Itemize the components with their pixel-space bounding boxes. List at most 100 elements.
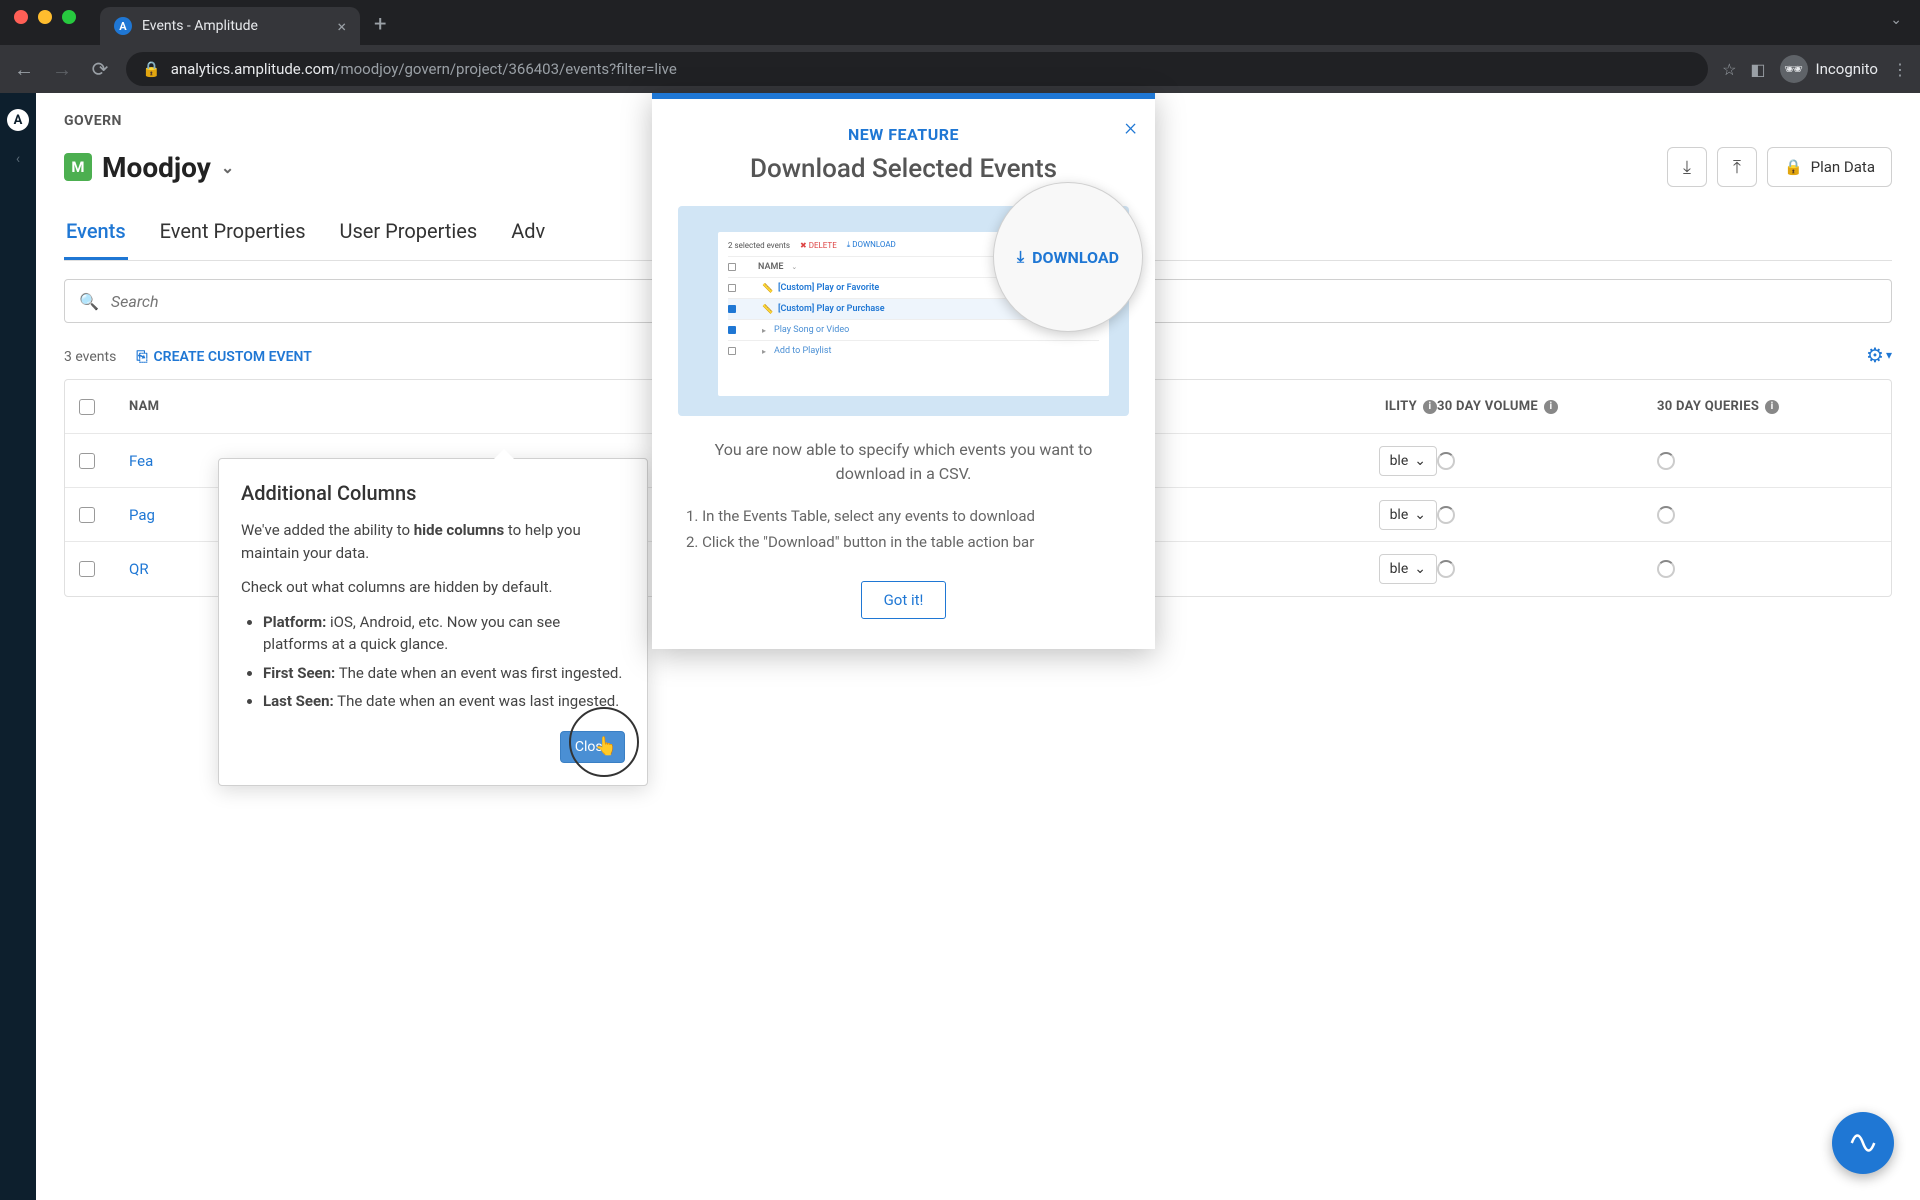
nav-back-icon[interactable]: ← — [12, 57, 36, 82]
info-icon[interactable]: i — [1765, 400, 1779, 414]
window-maximize-icon[interactable] — [62, 10, 76, 24]
download-button[interactable]: ⤓ — [1667, 147, 1707, 187]
popover-bullets: Platform: iOS, Android, etc. Now you can… — [241, 611, 625, 713]
browser-tab-bar: A Events - Amplitude × + ⌄ — [0, 0, 1920, 45]
download-icon: ⤓ — [1683, 157, 1691, 178]
project-actions: ⤓ ⤒ 🔒 Plan Data — [1667, 147, 1892, 187]
chevron-down-icon: ⌄ — [221, 158, 234, 177]
modal-description: You are now able to specify which events… — [678, 438, 1129, 486]
url-input[interactable]: 🔒 analytics.amplitude.com/moodjoy/govern… — [126, 52, 1708, 86]
select-all-checkbox[interactable] — [79, 399, 95, 415]
tab-close-icon[interactable]: × — [337, 17, 346, 36]
modal-illustration: 2 selected events ✖ DELETE ⤓ DOWNLOAD NA… — [678, 206, 1129, 416]
create-custom-event-button[interactable]: ⎘ CREATE CUSTOM EVENT — [136, 349, 312, 365]
popover-bullet: Last Seen: The date when an event was la… — [263, 690, 625, 713]
gear-icon: ⚙ — [1866, 343, 1884, 367]
popover-check-line: Check out what columns are hidden by def… — [241, 576, 625, 599]
visibility-select[interactable]: ble⌄ — [1379, 554, 1437, 584]
toolbar-left: 3 events ⎘ CREATE CUSTOM EVENT — [64, 346, 312, 365]
chevron-down-icon: ⌄ — [1414, 561, 1426, 577]
row-checkbox[interactable] — [79, 453, 95, 469]
table-settings-button[interactable]: ⚙ ▾ — [1866, 343, 1892, 367]
url-actions: ☆ ◧ 🕶 Incognito ⋮ — [1722, 55, 1908, 83]
additional-columns-popover: Additional Columns We've added the abili… — [218, 458, 648, 786]
loading-spinner-icon — [1657, 452, 1675, 470]
modal-close-button[interactable]: × — [1124, 113, 1137, 141]
tab-favicon-icon: A — [114, 17, 132, 35]
chevron-down-icon: ▾ — [1886, 348, 1892, 362]
app-logo-icon[interactable]: A — [7, 109, 29, 131]
row-checkbox[interactable] — [79, 507, 95, 523]
url-text: analytics.amplitude.com/moodjoy/govern/p… — [171, 60, 677, 78]
nav-forward-icon: → — [50, 57, 74, 82]
modal-eyebrow: NEW FEATURE — [678, 125, 1129, 144]
create-label: CREATE CUSTOM EVENT — [154, 349, 312, 365]
magnify-download-icon: ⤓ DOWNLOAD — [993, 182, 1143, 332]
modal-steps: 1. In the Events Table, select any event… — [678, 504, 1129, 555]
modal-gotit-button[interactable]: Got it! — [861, 581, 947, 619]
plan-data-button[interactable]: 🔒 Plan Data — [1767, 147, 1892, 187]
help-fab-button[interactable] — [1832, 1112, 1894, 1174]
chevron-down-icon: ⌄ — [1414, 507, 1426, 523]
project-selector[interactable]: M Moodjoy ⌄ — [64, 151, 234, 184]
popover-intro: We've added the ability to hide columns … — [241, 519, 625, 564]
incognito-badge[interactable]: 🕶 Incognito — [1780, 55, 1878, 83]
incognito-icon: 🕶 — [1780, 55, 1808, 83]
loading-spinner-icon — [1437, 506, 1455, 524]
popover-close-button[interactable]: Close — [560, 731, 625, 763]
tab-advanced[interactable]: Adv — [509, 219, 547, 260]
nav-reload-icon[interactable]: ⟳ — [88, 57, 112, 81]
column-queries: 30 DAY QUERIESi — [1657, 399, 1877, 414]
extensions-icon[interactable]: ◧ — [1750, 60, 1765, 79]
new-tab-button[interactable]: + — [374, 12, 386, 37]
new-feature-modal: × NEW FEATURE Download Selected Events 2… — [652, 93, 1155, 649]
info-icon[interactable]: i — [1423, 400, 1437, 414]
browser-tab[interactable]: A Events - Amplitude × — [100, 7, 360, 45]
popover-title: Additional Columns — [241, 481, 625, 505]
column-visibility: ILITYi — [1257, 399, 1437, 414]
project-name-label: Moodjoy — [102, 151, 211, 184]
tab-events[interactable]: Events — [64, 219, 128, 260]
plan-data-label: Plan Data — [1811, 158, 1875, 176]
modal-step-2: 2. Click the "Download" button in the ta… — [686, 530, 1121, 556]
amplitude-logo-icon — [1848, 1128, 1878, 1158]
row-checkbox[interactable] — [79, 561, 95, 577]
events-count: 3 events — [64, 349, 116, 365]
upload-icon: ⤒ — [1733, 157, 1741, 178]
popover-bullet: First Seen: The date when an event was f… — [263, 662, 625, 685]
browser-url-bar: ← → ⟳ 🔒 analytics.amplitude.com/moodjoy/… — [0, 45, 1920, 93]
search-icon: 🔍 — [79, 292, 99, 311]
column-volume: 30 DAY VOLUMEi — [1437, 399, 1657, 414]
modal-title: Download Selected Events — [678, 154, 1129, 184]
app-container: A ‹ GOVERN M Moodjoy ⌄ ⤓ ⤒ 🔒 Plan Data E… — [0, 93, 1920, 1200]
event-name-link[interactable]: Fea — [129, 452, 153, 470]
rail-collapse-icon[interactable]: ‹ — [16, 151, 20, 167]
tab-title: Events - Amplitude — [142, 18, 327, 34]
tab-user-properties[interactable]: User Properties — [338, 219, 480, 260]
tabs-dropdown-icon[interactable]: ⌄ — [1890, 12, 1902, 28]
loading-spinner-icon — [1437, 452, 1455, 470]
loading-spinner-icon — [1437, 560, 1455, 578]
chevron-down-icon: ⌄ — [1414, 453, 1426, 469]
event-name-link[interactable]: QR — [129, 560, 149, 578]
download-icon: ⤓ — [1017, 247, 1024, 267]
window-close-icon[interactable] — [14, 10, 28, 24]
site-lock-icon: 🔒 — [142, 60, 161, 78]
visibility-select[interactable]: ble⌄ — [1379, 500, 1437, 530]
loading-spinner-icon — [1657, 506, 1675, 524]
visibility-select[interactable]: ble⌄ — [1379, 446, 1437, 476]
browser-menu-icon[interactable]: ⋮ — [1892, 60, 1908, 79]
tab-event-properties[interactable]: Event Properties — [158, 219, 308, 260]
bookmark-icon[interactable]: ☆ — [1722, 60, 1736, 79]
lock-icon: 🔒 — [1784, 158, 1803, 176]
project-badge-icon: M — [64, 153, 92, 181]
window-minimize-icon[interactable] — [38, 10, 52, 24]
modal-step-1: 1. In the Events Table, select any event… — [686, 504, 1121, 530]
create-icon: ⎘ — [136, 349, 147, 365]
popover-bullet: Platform: iOS, Android, etc. Now you can… — [263, 611, 625, 656]
event-name-link[interactable]: Pag — [129, 506, 155, 524]
incognito-label: Incognito — [1816, 60, 1878, 78]
upload-button[interactable]: ⤒ — [1717, 147, 1757, 187]
info-icon[interactable]: i — [1544, 400, 1558, 414]
left-rail: A ‹ — [0, 93, 36, 1200]
